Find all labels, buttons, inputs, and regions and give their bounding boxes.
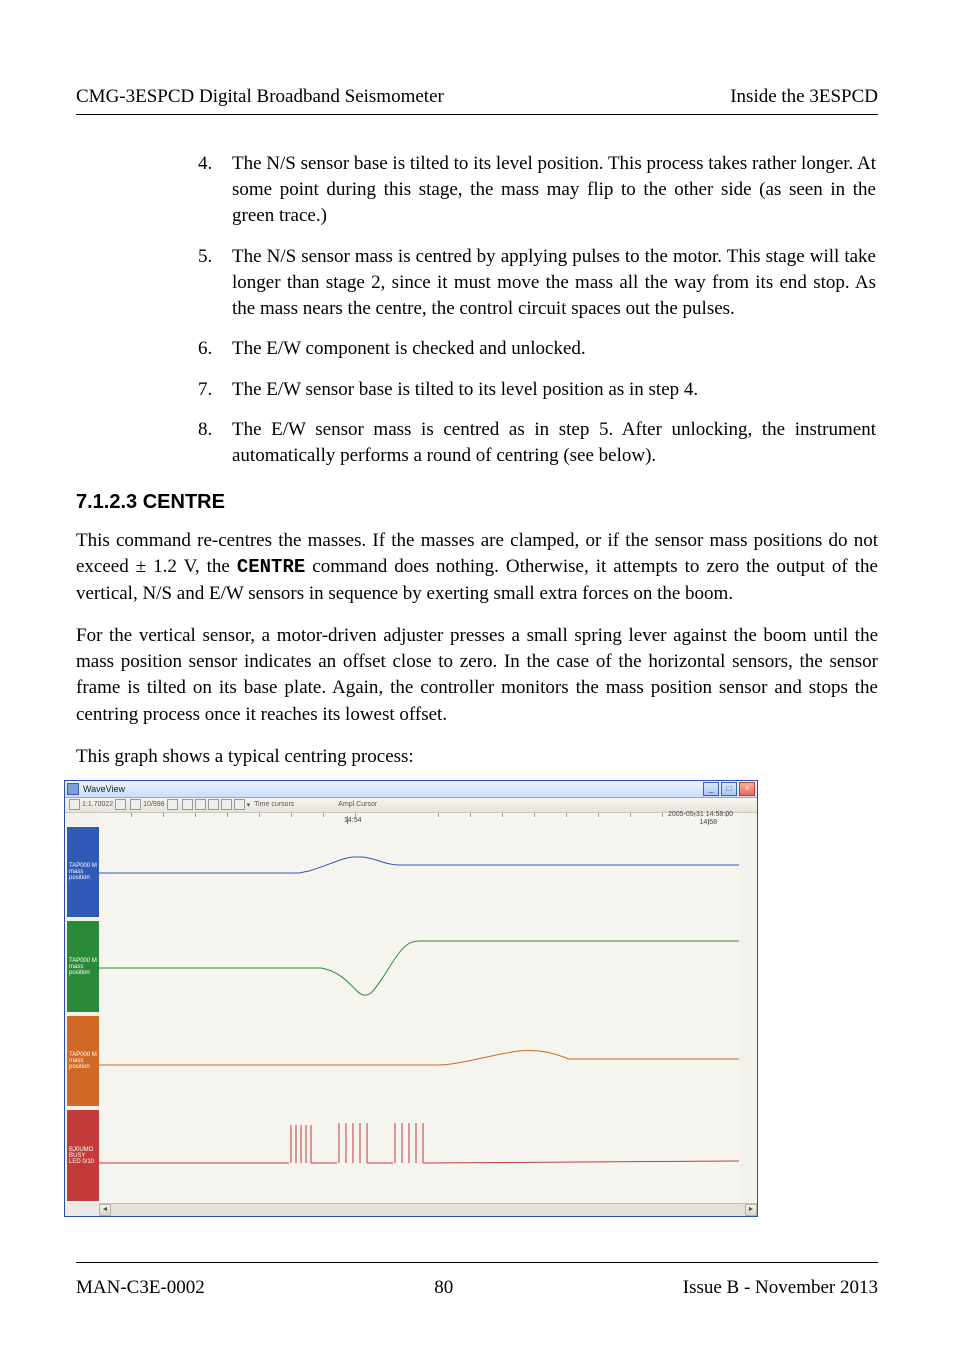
section-title: CENTRE bbox=[143, 491, 225, 513]
paragraph-2: For the vertical sensor, a motor-driven … bbox=[76, 623, 878, 728]
label-ch1: TAP000 M mass position bbox=[67, 827, 99, 918]
step-4: The N/S sensor base is tilted to its lev… bbox=[198, 151, 876, 230]
waveview-figure: WaveView _ □ × 1:1.70022 10/998 bbox=[64, 780, 878, 1217]
centre-command: CENTRE bbox=[237, 556, 305, 578]
expand-icon[interactable] bbox=[182, 799, 193, 810]
channel-labels: TAP000 M mass position TAP000 M mass pos… bbox=[65, 813, 99, 1203]
maximize-button[interactable]: □ bbox=[721, 782, 737, 796]
pause-icon[interactable] bbox=[208, 799, 219, 810]
step-7: The E/W sensor base is tilted to its lev… bbox=[198, 377, 876, 403]
steps-list: The N/S sensor base is tilted to its lev… bbox=[198, 151, 876, 469]
scroll-right-button[interactable]: ► bbox=[745, 1204, 757, 1216]
plot-svg bbox=[99, 813, 739, 1203]
toolbar: 1:1.70022 10/998 ▾ Time cursors bbox=[65, 798, 757, 813]
filter-icon[interactable] bbox=[69, 799, 80, 810]
section-number: 7.1.2.3 bbox=[76, 491, 137, 513]
waveview-window: WaveView _ □ × 1:1.70022 10/998 bbox=[64, 780, 758, 1217]
play-end-icon[interactable] bbox=[167, 799, 178, 810]
zoom-vert-icon[interactable] bbox=[115, 799, 126, 810]
plot-area: 14:54 2005-05-31 14:58:00 14:58 bbox=[99, 813, 739, 1203]
header-right: Inside the 3ESPCD bbox=[730, 86, 878, 108]
footer-right: Issue B - November 2013 bbox=[683, 1277, 878, 1299]
footer-center: 80 bbox=[434, 1277, 453, 1299]
footer-left: MAN-C3E-0002 bbox=[76, 1277, 205, 1299]
page-header: CMG-3ESPCD Digital Broadband Seismometer… bbox=[76, 86, 878, 115]
close-button[interactable]: × bbox=[739, 782, 755, 796]
paragraph-1: This command re-centres the masses. If t… bbox=[76, 528, 878, 607]
step-5: The N/S sensor mass is centred by applyi… bbox=[198, 244, 876, 323]
paragraph-3: This graph shows a typical centring proc… bbox=[76, 744, 878, 770]
label-ch4: BJ0UMO BUSY LED 0/10 bbox=[67, 1110, 99, 1201]
page-footer: MAN-C3E-0002 80 Issue B - November 2013 bbox=[76, 1262, 878, 1299]
titlebar: WaveView _ □ × bbox=[65, 781, 757, 798]
play-icon[interactable] bbox=[195, 799, 206, 810]
speaker-icon[interactable] bbox=[130, 799, 141, 810]
header-left: CMG-3ESPCD Digital Broadband Seismometer bbox=[76, 86, 444, 108]
horizontal-scrollbar[interactable]: ◄ ► bbox=[99, 1203, 757, 1216]
cursors-label: Time cursors bbox=[254, 801, 294, 808]
section-heading: 7.1.2.3 CENTRE bbox=[76, 491, 878, 514]
label-ch3: TAP000 M mass position bbox=[67, 1016, 99, 1107]
app-icon bbox=[67, 783, 79, 795]
print-icon[interactable] bbox=[234, 799, 245, 810]
record-icon[interactable] bbox=[221, 799, 232, 810]
zoom-ratio: 1:1.70022 bbox=[82, 801, 113, 808]
mode-label: Ampl.Cursor bbox=[338, 801, 377, 808]
label-ch2: TAP000 M mass position bbox=[67, 921, 99, 1012]
step-8: The E/W sensor mass is centred as in ste… bbox=[198, 417, 876, 469]
scroll-left-button[interactable]: ◄ bbox=[99, 1204, 111, 1216]
sampling: 10/998 bbox=[143, 801, 164, 808]
step-6: The E/W component is checked and unlocke… bbox=[198, 336, 876, 362]
minimize-button[interactable]: _ bbox=[703, 782, 719, 796]
window-title: WaveView bbox=[83, 784, 703, 794]
